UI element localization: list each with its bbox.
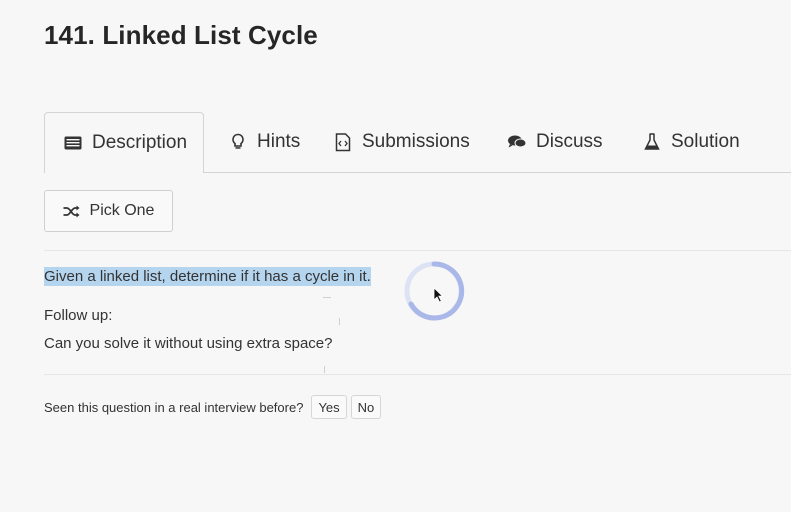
divider [323, 297, 331, 298]
shuffle-icon [63, 205, 80, 218]
yes-button[interactable]: Yes [311, 395, 347, 419]
mouse-cursor-icon [433, 287, 444, 303]
interview-feedback: Seen this question in a real interview b… [44, 395, 382, 419]
tab-submissions[interactable]: Submissions [333, 112, 470, 172]
tab-description[interactable]: Description [44, 112, 204, 173]
tab-discuss[interactable]: Discuss [507, 112, 603, 172]
divider [44, 374, 791, 375]
tab-bar: Description Hints Submissions Discuss So… [44, 112, 791, 173]
tab-solution[interactable]: Solution [642, 112, 740, 172]
divider [339, 318, 340, 325]
tab-hints[interactable]: Hints [228, 112, 300, 172]
follow-up-label: Follow up: [44, 307, 113, 324]
pick-one-label: Pick One [89, 202, 155, 219]
pick-one-button[interactable]: Pick One [44, 190, 173, 232]
no-button[interactable]: No [350, 395, 382, 419]
tab-solution-label: Solution [671, 131, 740, 152]
code-file-icon [333, 132, 353, 152]
comments-icon [507, 132, 527, 152]
description-icon [63, 133, 83, 153]
interview-question-prompt: Seen this question in a real interview b… [44, 399, 304, 415]
page-title: 141. Linked List Cycle [44, 20, 318, 50]
follow-up-question: Can you solve it without using extra spa… [44, 335, 333, 352]
lightbulb-icon [228, 132, 248, 152]
flask-icon [642, 132, 662, 152]
problem-description: Given a linked list, determine if it has… [44, 267, 371, 286]
tab-description-label: Description [92, 132, 188, 153]
tab-submissions-label: Submissions [362, 131, 470, 152]
tab-discuss-label: Discuss [536, 131, 603, 152]
tab-hints-label: Hints [257, 131, 301, 152]
divider [324, 366, 325, 373]
divider [44, 250, 791, 251]
